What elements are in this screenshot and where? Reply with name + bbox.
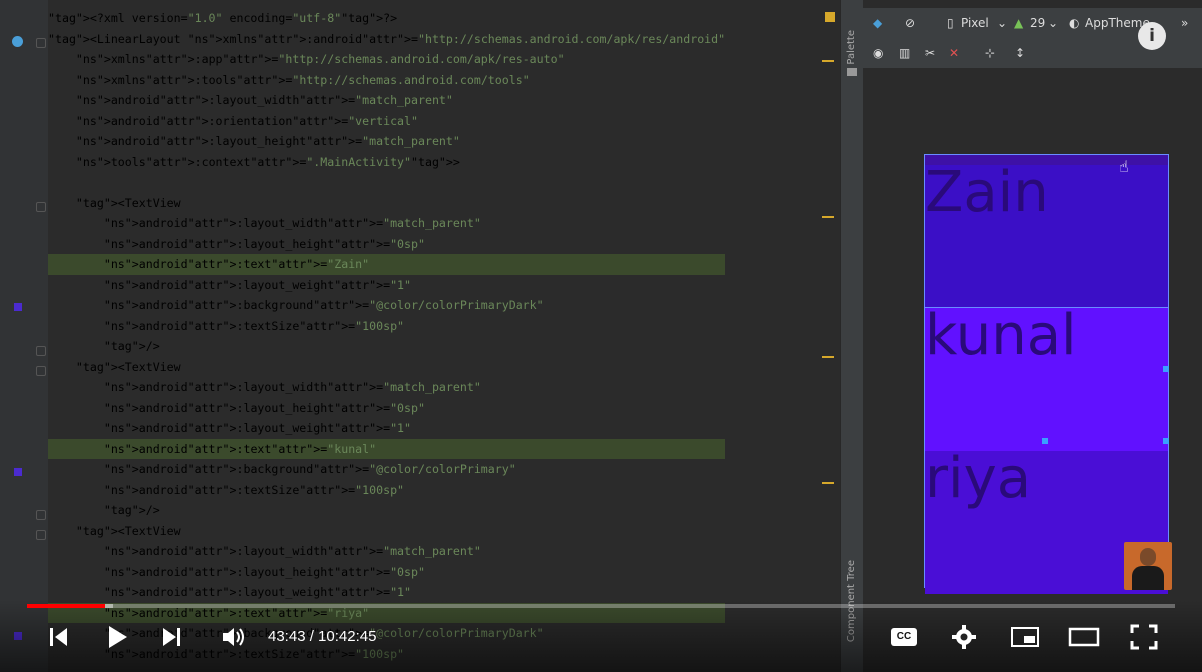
device-select[interactable]: Pixel bbox=[961, 16, 989, 30]
code-line[interactable]: "ns">android"attr">:layout_weight"attr">… bbox=[48, 418, 725, 439]
previous-icon[interactable] bbox=[47, 626, 71, 648]
code-line[interactable]: "tag"><TextView bbox=[48, 521, 725, 542]
code-line[interactable]: "ns">xmlns"attr">:app"attr">="http://sch… bbox=[48, 49, 725, 70]
code-line[interactable]: "tag">/> bbox=[48, 336, 725, 357]
device-phone-icon[interactable]: ▯ bbox=[947, 16, 954, 30]
code-line[interactable]: "ns">android"attr">:text"attr">="Zain" bbox=[48, 254, 726, 275]
chevron-down-icon: ⌄ bbox=[1048, 16, 1059, 30]
time-display: 43:43 / 10:42:45 bbox=[268, 628, 377, 645]
fold-icon[interactable] bbox=[36, 510, 46, 520]
selection-handle[interactable] bbox=[1042, 438, 1048, 444]
code-line[interactable]: "ns">android"attr">:layout_width"attr">=… bbox=[48, 213, 725, 234]
code-line[interactable]: "tag">/> bbox=[48, 500, 725, 521]
fold-icon[interactable] bbox=[36, 38, 46, 48]
layout-gutter-icon[interactable] bbox=[12, 36, 23, 47]
code-line[interactable]: "ns">android"attr">:textSize"attr">="100… bbox=[48, 480, 725, 501]
fold-icon[interactable] bbox=[36, 366, 46, 376]
api-level-select[interactable]: 29 bbox=[1030, 16, 1045, 30]
eye-icon[interactable]: ◉ bbox=[873, 46, 883, 60]
subtitles-button[interactable]: CC bbox=[891, 628, 917, 646]
orientation-icon[interactable]: ⊘ bbox=[905, 16, 915, 30]
textview-zain[interactable]: Zain bbox=[925, 165, 1168, 308]
fold-icon[interactable] bbox=[36, 346, 46, 356]
code-line[interactable]: "ns">android"attr">:layout_weight"attr">… bbox=[48, 275, 725, 296]
theater-mode-icon[interactable] bbox=[1068, 626, 1100, 648]
play-icon[interactable] bbox=[106, 624, 130, 650]
code-lines[interactable]: "tag"><?xml version="1.0" encoding="utf-… bbox=[48, 8, 726, 664]
layout-design-pane: ◆ ⊘ ▯ Pixel ⌄ ▲ 29 ⌄ ◐ AppTheme » ◉ ▥ ✂ … bbox=[863, 0, 1202, 672]
more-icon[interactable]: » bbox=[1181, 16, 1188, 30]
android-api-icon[interactable]: ▲ bbox=[1014, 16, 1023, 30]
settings-icon[interactable] bbox=[951, 624, 977, 650]
fullscreen-icon[interactable] bbox=[1130, 624, 1158, 650]
code-line[interactable]: "ns">android"attr">:layout_height"attr">… bbox=[48, 131, 725, 152]
mouse-cursor-icon: ☝ bbox=[1119, 157, 1129, 176]
editor-gutter bbox=[0, 0, 48, 672]
palette-icon[interactable] bbox=[847, 68, 857, 76]
code-editor[interactable]: "tag"><?xml version="1.0" encoding="utf-… bbox=[0, 0, 838, 672]
volume-icon[interactable] bbox=[221, 625, 247, 649]
code-line[interactable]: "tag"><TextView bbox=[48, 357, 725, 378]
autoconnect-icon[interactable]: ✂ bbox=[925, 46, 935, 60]
code-line[interactable]: "ns">tools"attr">:context"attr">=".MainA… bbox=[48, 152, 725, 173]
color-swatch-gutter-icon[interactable] bbox=[14, 303, 22, 311]
code-line[interactable]: "tag"><TextView bbox=[48, 193, 725, 214]
warning-marker[interactable] bbox=[822, 356, 834, 358]
code-line[interactable] bbox=[48, 172, 725, 193]
avatar-head bbox=[1140, 548, 1156, 566]
code-line[interactable]: "ns">android"attr">:background"attr">="@… bbox=[48, 459, 725, 480]
code-line[interactable]: "ns">android"attr">:layout_height"attr">… bbox=[48, 398, 725, 419]
code-line[interactable]: "ns">android"attr">:textSize"attr">="100… bbox=[48, 316, 725, 337]
code-line[interactable]: "ns">android"attr">:layout_width"attr">=… bbox=[48, 90, 725, 111]
code-line[interactable]: "ns">android"attr">:layout_width"attr">=… bbox=[48, 377, 725, 398]
fold-icon[interactable] bbox=[36, 202, 46, 212]
code-line[interactable]: "tag"><?xml version="1.0" encoding="utf-… bbox=[48, 8, 725, 29]
device-preview: Zain kunal riya ☝ bbox=[924, 154, 1169, 594]
warning-marker[interactable] bbox=[822, 60, 834, 62]
vertical-guide-icon[interactable]: ↕ bbox=[1015, 46, 1025, 60]
code-line[interactable]: "ns">android"attr">:text"attr">="kunal" bbox=[48, 438, 726, 459]
warning-marker[interactable] bbox=[822, 482, 834, 484]
selection-handle[interactable] bbox=[1163, 438, 1169, 444]
blueprint-icon[interactable]: ▥ bbox=[899, 46, 910, 60]
warning-marker[interactable] bbox=[822, 216, 834, 218]
fold-icon[interactable] bbox=[36, 530, 46, 540]
layers-icon[interactable]: ◆ bbox=[873, 16, 882, 30]
palette-tab[interactable]: Palette bbox=[846, 30, 857, 65]
code-line[interactable]: "ns">xmlns"attr">:tools"attr">="http://s… bbox=[48, 70, 725, 91]
editor-scroll-markers bbox=[818, 0, 838, 672]
chevron-down-icon: ⌄ bbox=[997, 16, 1008, 30]
textview-kunal[interactable]: kunal bbox=[924, 307, 1169, 452]
code-line[interactable]: "ns">android"attr">:layout_height"attr">… bbox=[48, 562, 725, 583]
miniplayer-icon[interactable] bbox=[1010, 626, 1040, 648]
info-icon[interactable]: i bbox=[1138, 22, 1166, 50]
status-marker bbox=[825, 12, 835, 22]
progress-bar[interactable] bbox=[27, 604, 1175, 608]
color-swatch-gutter-icon[interactable] bbox=[14, 468, 22, 476]
progress-played bbox=[27, 604, 106, 608]
code-line[interactable]: "tag"><LinearLayout "ns">xmlns"attr">:an… bbox=[48, 29, 725, 50]
selection-handle[interactable] bbox=[1163, 366, 1169, 372]
code-line[interactable]: "ns">android"attr">:layout_width"attr">=… bbox=[48, 541, 725, 562]
presenter-avatar bbox=[1124, 542, 1172, 590]
code-line[interactable]: "ns">android"attr">:layout_height"attr">… bbox=[48, 234, 725, 255]
next-icon[interactable] bbox=[160, 626, 184, 648]
avatar-body bbox=[1132, 566, 1164, 590]
tool-window-bar: Palette Component Tree bbox=[840, 0, 863, 672]
horizontal-guide-icon[interactable]: ⊹ bbox=[985, 46, 995, 60]
theme-icon[interactable]: ◐ bbox=[1069, 16, 1079, 30]
clear-constraints-icon[interactable]: ✕ bbox=[949, 46, 959, 60]
code-line[interactable]: "ns">android"attr">:background"attr">="@… bbox=[48, 295, 725, 316]
code-line[interactable]: "ns">android"attr">:orientation"attr">="… bbox=[48, 111, 725, 132]
